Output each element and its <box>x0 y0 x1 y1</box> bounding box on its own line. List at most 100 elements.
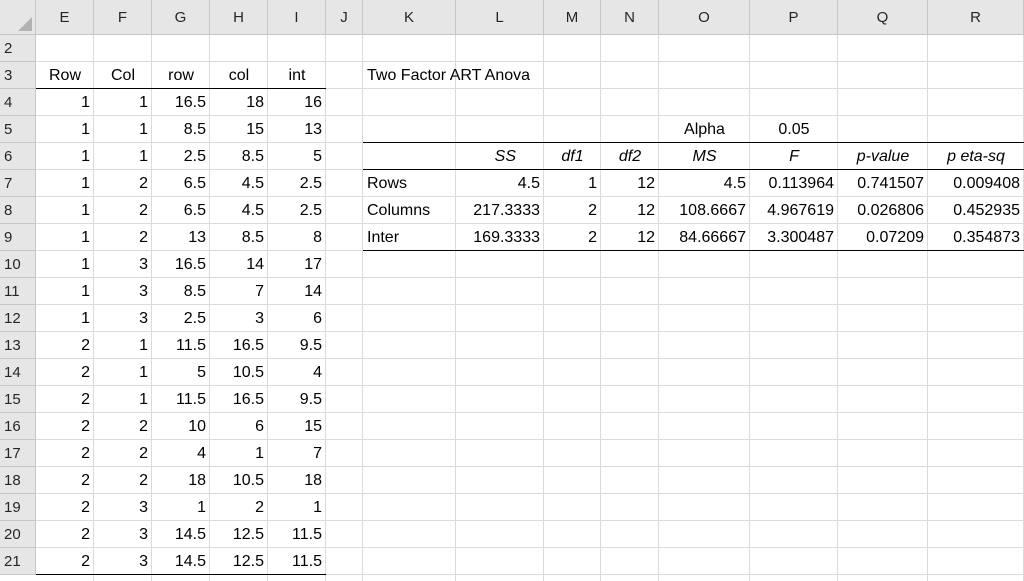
anova-cell[interactable]: 12 <box>601 197 659 224</box>
anova-header-p-eta-sq[interactable]: p eta-sq <box>928 143 1024 170</box>
table-cell[interactable]: 18 <box>152 467 210 494</box>
table-cell[interactable]: 18 <box>210 89 268 116</box>
table-header-row[interactable]: Row <box>36 62 94 89</box>
table-cell[interactable]: 1 <box>36 251 94 278</box>
anova-cell[interactable]: 0.354873 <box>928 224 1024 251</box>
table-cell[interactable]: 3 <box>94 251 152 278</box>
table-cell[interactable]: 7 <box>268 440 326 467</box>
table-cell[interactable]: 8.5 <box>152 278 210 305</box>
row-header-5[interactable]: 5 <box>0 116 36 143</box>
table-cell[interactable]: 3 <box>210 305 268 332</box>
table-cell[interactable]: 2 <box>94 440 152 467</box>
table-cell[interactable]: 2 <box>210 494 268 521</box>
table-cell[interactable]: 15 <box>268 413 326 440</box>
table-cell[interactable]: 14.5 <box>152 548 210 575</box>
table-cell[interactable]: 1 <box>94 386 152 413</box>
table-cell[interactable]: 11.5 <box>152 332 210 359</box>
table-cell[interactable]: 1 <box>210 440 268 467</box>
table-cell[interactable]: 16.5 <box>210 332 268 359</box>
row-header-19[interactable]: 19 <box>0 494 36 521</box>
anova-cell[interactable]: 3.300487 <box>750 224 838 251</box>
column-header-j[interactable]: J <box>326 0 363 35</box>
anova-title[interactable]: Two Factor ART Anova <box>363 62 601 89</box>
table-cell[interactable]: 2 <box>94 224 152 251</box>
row-header-2[interactable]: 2 <box>0 35 36 62</box>
table-cell[interactable]: 10 <box>152 413 210 440</box>
table-cell[interactable]: 1 <box>94 332 152 359</box>
table-cell[interactable]: 4.5 <box>210 197 268 224</box>
table-cell[interactable]: 11.5 <box>268 548 326 575</box>
row-header-10[interactable]: 10 <box>0 251 36 278</box>
anova-cell[interactable]: 108.6667 <box>659 197 750 224</box>
table-cell[interactable]: 2 <box>94 467 152 494</box>
table-cell[interactable]: 6.5 <box>152 197 210 224</box>
table-cell[interactable]: 2 <box>94 170 152 197</box>
table-cell[interactable]: 9.5 <box>268 332 326 359</box>
table-cell[interactable]: 1 <box>94 359 152 386</box>
anova-cell[interactable]: 4.967619 <box>750 197 838 224</box>
table-cell[interactable]: 2 <box>36 521 94 548</box>
anova-cell[interactable]: 0.452935 <box>928 197 1024 224</box>
anova-cell[interactable]: 12 <box>601 224 659 251</box>
table-cell[interactable]: 16.5 <box>152 251 210 278</box>
table-cell[interactable]: 2 <box>36 467 94 494</box>
column-header-i[interactable]: I <box>268 0 326 35</box>
anova-cell[interactable]: 169.3333 <box>456 224 544 251</box>
table-cell[interactable]: 3 <box>94 548 152 575</box>
column-header-o[interactable]: O <box>659 0 750 35</box>
table-cell[interactable]: 1 <box>268 494 326 521</box>
table-cell[interactable]: 5 <box>268 143 326 170</box>
column-header-n[interactable]: N <box>601 0 659 35</box>
table-cell[interactable]: 1 <box>36 278 94 305</box>
table-cell[interactable]: 2 <box>36 548 94 575</box>
table-cell[interactable]: 17 <box>268 251 326 278</box>
table-cell[interactable]: 10.5 <box>210 359 268 386</box>
table-cell[interactable]: 3 <box>94 305 152 332</box>
table-cell[interactable]: 1 <box>36 305 94 332</box>
row-header-11[interactable]: 11 <box>0 278 36 305</box>
row-header-8[interactable]: 8 <box>0 197 36 224</box>
table-cell[interactable]: 16.5 <box>152 89 210 116</box>
row-header-7[interactable]: 7 <box>0 170 36 197</box>
column-header-k[interactable]: K <box>363 0 456 35</box>
table-cell[interactable]: 2 <box>36 386 94 413</box>
table-cell[interactable]: 12.5 <box>210 521 268 548</box>
table-header-col[interactable]: col <box>210 62 268 89</box>
table-cell[interactable]: 13 <box>152 224 210 251</box>
table-cell[interactable]: 14.5 <box>152 521 210 548</box>
row-header-4[interactable]: 4 <box>0 89 36 116</box>
table-cell[interactable]: 16.5 <box>210 386 268 413</box>
anova-cell[interactable]: 0.113964 <box>750 170 838 197</box>
table-cell[interactable]: 1 <box>94 116 152 143</box>
column-header-h[interactable]: H <box>210 0 268 35</box>
table-cell[interactable]: 2.5 <box>268 197 326 224</box>
alpha-value[interactable]: 0.05 <box>750 116 838 143</box>
table-cell[interactable]: 8.5 <box>210 224 268 251</box>
table-cell[interactable]: 1 <box>36 197 94 224</box>
column-header-p[interactable]: P <box>750 0 838 35</box>
table-cell[interactable]: 11.5 <box>268 521 326 548</box>
table-cell[interactable]: 1 <box>36 89 94 116</box>
table-cell[interactable]: 7 <box>210 278 268 305</box>
anova-cell[interactable]: 1 <box>544 170 601 197</box>
row-header-17[interactable]: 17 <box>0 440 36 467</box>
anova-cell[interactable]: 12 <box>601 170 659 197</box>
column-header-g[interactable]: G <box>152 0 210 35</box>
table-cell[interactable]: 2 <box>36 332 94 359</box>
anova-cell[interactable]: 217.3333 <box>456 197 544 224</box>
table-header-col[interactable]: Col <box>94 62 152 89</box>
table-cell[interactable]: 18 <box>268 467 326 494</box>
anova-header-ms[interactable]: MS <box>659 143 750 170</box>
table-cell[interactable]: 2.5 <box>152 305 210 332</box>
row-header-9[interactable]: 9 <box>0 224 36 251</box>
table-cell[interactable]: 4 <box>152 440 210 467</box>
table-cell[interactable]: 4.5 <box>210 170 268 197</box>
table-cell[interactable]: 1 <box>36 224 94 251</box>
row-header-12[interactable]: 12 <box>0 305 36 332</box>
table-cell[interactable]: 6.5 <box>152 170 210 197</box>
anova-header-df2[interactable]: df2 <box>601 143 659 170</box>
row-header-13[interactable]: 13 <box>0 332 36 359</box>
table-cell[interactable]: 8.5 <box>152 116 210 143</box>
anova-cell[interactable]: 4.5 <box>659 170 750 197</box>
table-cell[interactable]: 14 <box>268 278 326 305</box>
